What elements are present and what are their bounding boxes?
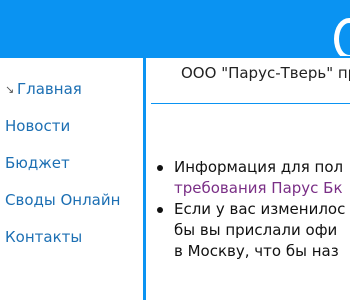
sidebar-item-label: Бюджет (5, 154, 70, 172)
sidebar-item-contacts[interactable]: Контакты (5, 228, 82, 246)
bullet-icon (157, 207, 163, 213)
header-bar (0, 0, 350, 60)
list-item: Если у вас изменилос бы вы прислали офи … (157, 199, 346, 262)
list-item-text: в Москву, что бы наз (174, 242, 339, 260)
main-content: ООО "Парус-Тверь" пр Информация для пол … (146, 58, 350, 300)
list-item-text: Если у вас изменилос (174, 200, 346, 218)
requirements-link[interactable]: требования Парус Бк (174, 178, 345, 199)
sidebar-item-label: Контакты (5, 228, 83, 246)
title-divider (151, 103, 350, 104)
page: ↘ Главная Новости Бюджет Своды Онлайн Кон… (0, 0, 350, 300)
bullet-icon (157, 165, 163, 171)
page-title: ООО "Парус-Тверь" пр (181, 64, 350, 82)
info-list: Информация для пол требования Парус Бк Е… (157, 157, 346, 262)
sidebar-item-news[interactable]: Новости (5, 117, 70, 135)
sidebar-item-label: Своды Онлайн (5, 191, 121, 209)
logo-icon (334, 18, 350, 60)
list-item: Информация для пол требования Парус Бк (157, 157, 345, 199)
sidebar-item-label: Новости (5, 117, 71, 135)
list-item-text: бы вы прислали офи (174, 221, 338, 239)
sidebar-item-budget[interactable]: Бюджет (5, 154, 70, 172)
sidebar-item-label: Главная (17, 80, 82, 98)
arrow-icon: ↘ (5, 83, 15, 96)
sidebar: ↘ Главная Новости Бюджет Своды Онлайн Кон… (0, 58, 143, 300)
sidebar-item-home[interactable]: ↘ Главная (5, 80, 82, 99)
sidebar-item-summaries-online[interactable]: Своды Онлайн (5, 191, 120, 209)
list-item-text: Информация для пол (174, 158, 344, 176)
